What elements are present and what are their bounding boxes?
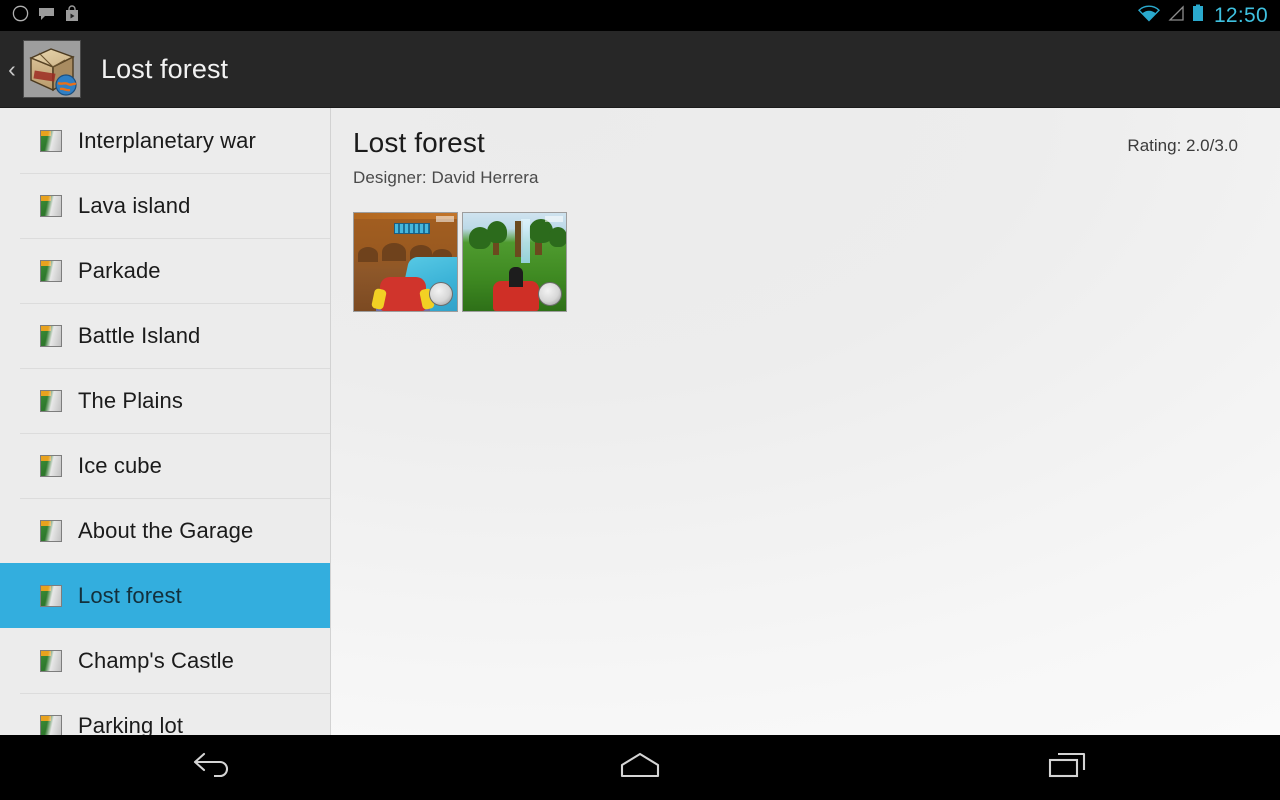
track-list-sidebar[interactable]: Interplanetary war Lava island Parkade B… [0,108,331,735]
action-bar: ‹ Lost forest [0,31,1280,108]
list-item-ice-cube[interactable]: Ice cube [0,433,330,498]
navigation-bar [0,735,1280,800]
list-item-label: Champ's Castle [78,647,234,673]
status-indicators[interactable]: 12:50 [1137,3,1280,28]
content-area: Interplanetary war Lava island Parkade B… [0,108,1280,735]
list-item-lost-forest[interactable]: Lost forest [0,563,330,628]
track-thumbnail-icon [40,259,62,282]
screenshot-gallery[interactable] [353,212,1238,312]
track-thumbnail-icon [40,584,62,607]
status-bar: 12:50 [0,0,1280,31]
track-thumbnail-icon [40,389,62,412]
back-button[interactable] [0,735,427,800]
list-item-label: Parkade [78,257,161,283]
track-detail-pane: Lost forest Designer: David Herrera Rati… [331,108,1280,735]
list-item-label: About the Garage [78,517,254,543]
list-item-label: Parking lot [78,712,184,736]
list-item-interplanetary-war[interactable]: Interplanetary war [0,108,330,173]
list-item-the-plains[interactable]: The Plains [0,368,330,433]
battery-full-icon [1192,4,1204,27]
circle-outline-icon [12,5,29,27]
home-icon [618,751,662,784]
action-bar-title: Lost forest [101,53,229,84]
android-screen: 12:50 ‹ Lost forest Interplanetary war L… [0,0,1280,800]
back-icon [192,751,234,784]
list-item-parking-lot[interactable]: Parking lot [0,693,330,735]
track-thumbnail-icon [40,454,62,477]
notification-icons[interactable] [0,4,80,27]
wifi-icon [1137,4,1160,27]
list-item-label: Battle Island [78,322,201,348]
play-store-bag-icon [64,4,80,27]
track-thumbnail-icon [40,129,62,152]
list-item-parkade[interactable]: Parkade [0,238,330,303]
recents-button[interactable] [853,735,1280,800]
list-item-lava-island[interactable]: Lava island [0,173,330,238]
addons-package-globe-icon[interactable] [23,40,81,98]
recents-icon [1047,751,1087,784]
list-item-about-the-garage[interactable]: About the Garage [0,498,330,563]
detail-title-group: Lost forest Designer: David Herrera [353,127,1127,188]
list-item-label: Lava island [78,192,191,218]
speech-bubble-icon [38,6,55,26]
track-thumbnail-icon [40,324,62,347]
screenshot-forest-grass[interactable] [462,212,567,312]
signal-triangle-icon [1167,4,1185,27]
track-thumbnail-icon [40,519,62,542]
detail-header: Lost forest Designer: David Herrera Rati… [353,127,1238,188]
list-item-label: Ice cube [78,452,162,478]
track-thumbnail-icon [40,714,62,735]
list-item-label: Lost forest [78,582,182,608]
page-title: Lost forest [353,127,485,158]
screenshot-canyon-water[interactable] [353,212,458,312]
list-item-battle-island[interactable]: Battle Island [0,303,330,368]
home-button[interactable] [427,735,854,800]
designer-label: Designer: David Herrera [353,168,539,187]
track-thumbnail-icon [40,649,62,672]
list-item-label: Interplanetary war [78,127,256,153]
status-clock: 12:50 [1213,3,1268,27]
rating-label: Rating: 2.0/3.0 [1127,136,1238,155]
list-item-champs-castle[interactable]: Champ's Castle [0,628,330,693]
list-item-label: The Plains [78,387,183,413]
up-navigation-chevron-icon[interactable]: ‹ [2,57,22,81]
track-thumbnail-icon [40,194,62,217]
